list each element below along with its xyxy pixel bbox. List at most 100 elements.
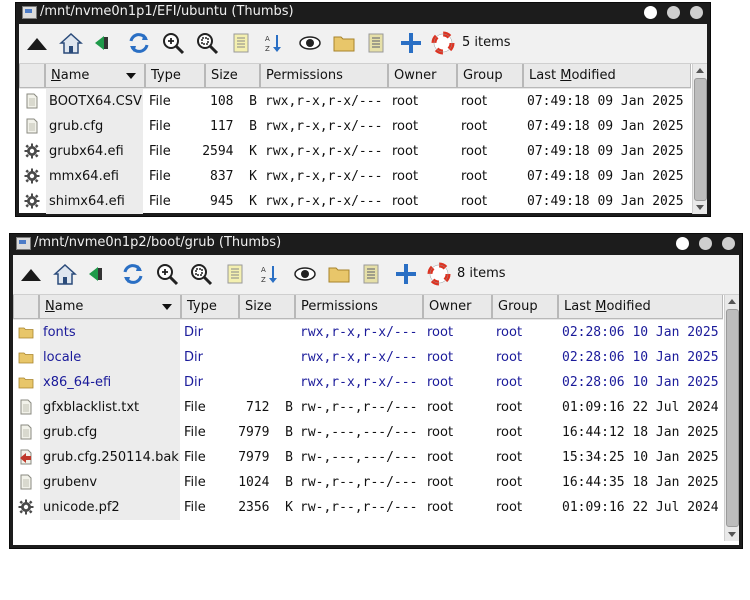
file-row[interactable]: grubenv File 1024 B rw-,r--,r--/--- root root…	[13, 470, 723, 495]
file-name[interactable]: mmx64.efi	[49, 164, 119, 189]
file-name[interactable]: unicode.pf2	[43, 495, 120, 520]
help-button[interactable]	[426, 261, 452, 287]
maximize-button[interactable]	[667, 6, 680, 19]
window-2-titlebar[interactable]: /mnt/nvme0n1p2/boot/grub (Thumbs)	[10, 234, 742, 253]
home-button[interactable]	[58, 30, 84, 56]
minimize-button[interactable]	[722, 237, 735, 250]
add-button[interactable]	[393, 261, 419, 287]
file-name[interactable]: fonts	[43, 320, 76, 345]
header-size[interactable]: Size	[239, 295, 295, 319]
folder-icon	[328, 267, 350, 283]
file-row[interactable]: grub.cfg File 7979 B rw-,---,---/--- root roo…	[13, 420, 723, 445]
file-name[interactable]: shimx64.efi	[49, 189, 125, 214]
header-type[interactable]: Type	[145, 64, 205, 88]
file-type: Dir	[184, 375, 203, 390]
scroll-thumb[interactable]	[726, 309, 739, 527]
sort-button[interactable]: AZ	[260, 30, 286, 56]
header-owner[interactable]: Owner	[388, 64, 457, 88]
svg-text:A: A	[261, 266, 266, 274]
close-button[interactable]	[676, 237, 689, 250]
file-row[interactable]: gfxblacklist.txt File 712 B rw-,r--,r--/---…	[13, 395, 723, 420]
header-name[interactable]: Name	[45, 64, 145, 88]
file-name[interactable]: grubenv	[43, 470, 97, 495]
scroll-down-arrow[interactable]	[696, 205, 704, 210]
file-size: 1024 B	[238, 475, 293, 490]
file-row[interactable]: unicode.pf2 File 2356 K rw-,r--,r--/--- root…	[13, 495, 723, 520]
scroll-thumb[interactable]	[694, 78, 707, 201]
file-name[interactable]: grub.cfg.250114.bak	[43, 445, 179, 470]
folder-button[interactable]	[326, 261, 352, 287]
header-size[interactable]: Size	[205, 64, 260, 88]
file-row[interactable]: grub.cfg File 117 B rwx,r-x,r-x/--- root root…	[19, 114, 691, 139]
zoom-in-button[interactable]	[154, 261, 180, 287]
scroll-up-arrow[interactable]	[696, 68, 704, 73]
text-file-icon	[18, 474, 34, 490]
home-button[interactable]	[52, 261, 78, 287]
file-owner: root	[427, 325, 454, 340]
maximize-button[interactable]	[699, 237, 712, 250]
sort-button[interactable]: AZ	[256, 261, 282, 287]
column-header: Name Type Size Permissions Owner Group L…	[13, 295, 723, 320]
file-row[interactable]: grubx64.efi File 2594 K rwx,r-x,r-x/--- root…	[19, 139, 691, 164]
minimize-button[interactable]	[690, 6, 703, 19]
list-view-button[interactable]	[228, 30, 254, 56]
file-type: File	[149, 194, 171, 209]
header-permissions[interactable]: Permissions	[260, 64, 388, 88]
file-modified: 01:09:16 22 Jul 2024	[562, 400, 719, 415]
header-owner[interactable]: Owner	[423, 295, 492, 319]
header-modified[interactable]: Last Modified	[558, 295, 723, 319]
details-button[interactable]	[358, 261, 384, 287]
up-button[interactable]	[18, 261, 44, 287]
details-button[interactable]	[363, 30, 389, 56]
back-button[interactable]	[84, 261, 110, 287]
zoom-fit-icon	[197, 33, 219, 55]
refresh-button[interactable]	[120, 261, 146, 287]
file-row[interactable]: locale Dir rwx,r-x,r-x/--- root root 02:28:06…	[13, 345, 723, 370]
item-count: 8 items	[457, 266, 506, 281]
back-button[interactable]	[90, 30, 116, 56]
file-row[interactable]: BOOTX64.CSV File 108 B rwx,r-x,r-x/--- root r…	[19, 89, 691, 114]
header-icon-column[interactable]	[13, 295, 39, 319]
close-button[interactable]	[644, 6, 657, 19]
zoom-fit-button[interactable]	[194, 30, 220, 56]
file-name[interactable]: BOOTX64.CSV	[49, 89, 142, 114]
file-name[interactable]: x86_64-efi	[43, 370, 111, 395]
help-button[interactable]	[430, 30, 456, 56]
scroll-down-arrow[interactable]	[728, 532, 736, 537]
file-name[interactable]: grub.cfg	[49, 114, 103, 139]
file-name[interactable]: gfxblacklist.txt	[43, 395, 139, 420]
details-icon	[368, 33, 384, 53]
preview-button[interactable]	[292, 261, 318, 287]
file-modified: 15:34:25 10 Jan 2025	[562, 450, 719, 465]
scroll-up-arrow[interactable]	[728, 299, 736, 304]
file-name[interactable]: grub.cfg	[43, 420, 97, 445]
add-button[interactable]	[398, 30, 424, 56]
header-name[interactable]: Name	[39, 295, 181, 319]
file-owner: root	[427, 400, 454, 415]
file-row[interactable]: x86_64-efi Dir rwx,r-x,r-x/--- root root 02:2…	[13, 370, 723, 395]
vertical-scrollbar[interactable]	[724, 295, 739, 541]
header-type[interactable]: Type	[181, 295, 239, 319]
preview-button[interactable]	[297, 30, 323, 56]
zoom-in-button[interactable]	[160, 30, 186, 56]
file-name[interactable]: grubx64.efi	[49, 139, 124, 164]
refresh-button[interactable]	[126, 30, 152, 56]
file-row[interactable]: shimx64.efi File 945 K rwx,r-x,r-x/--- root r…	[19, 189, 691, 214]
zoom-fit-button[interactable]	[188, 261, 214, 287]
header-group[interactable]: Group	[457, 64, 523, 88]
file-row[interactable]: mmx64.efi File 837 K rwx,r-x,r-x/--- root roo…	[19, 164, 691, 189]
header-icon-column[interactable]	[19, 64, 45, 88]
header-group[interactable]: Group	[492, 295, 558, 319]
file-name[interactable]: locale	[43, 345, 81, 370]
file-row[interactable]: fonts Dir rwx,r-x,r-x/--- root root 02:28:06 …	[13, 320, 723, 345]
file-row[interactable]: grub.cfg.250114.bak File 7979 B rw-,---,---…	[13, 445, 723, 470]
folder-button[interactable]	[331, 30, 357, 56]
list-view-button[interactable]	[222, 261, 248, 287]
vertical-scrollbar[interactable]	[692, 64, 707, 214]
file-size	[237, 345, 293, 370]
window-1-title: /mnt/nvme0n1p1/EFI/ubuntu (Thumbs)	[40, 4, 294, 19]
header-modified[interactable]: Last Modified	[523, 64, 691, 88]
up-button[interactable]	[24, 30, 50, 56]
window-1-titlebar[interactable]: /mnt/nvme0n1p1/EFI/ubuntu (Thumbs)	[16, 3, 710, 22]
header-permissions[interactable]: Permissions	[295, 295, 423, 319]
